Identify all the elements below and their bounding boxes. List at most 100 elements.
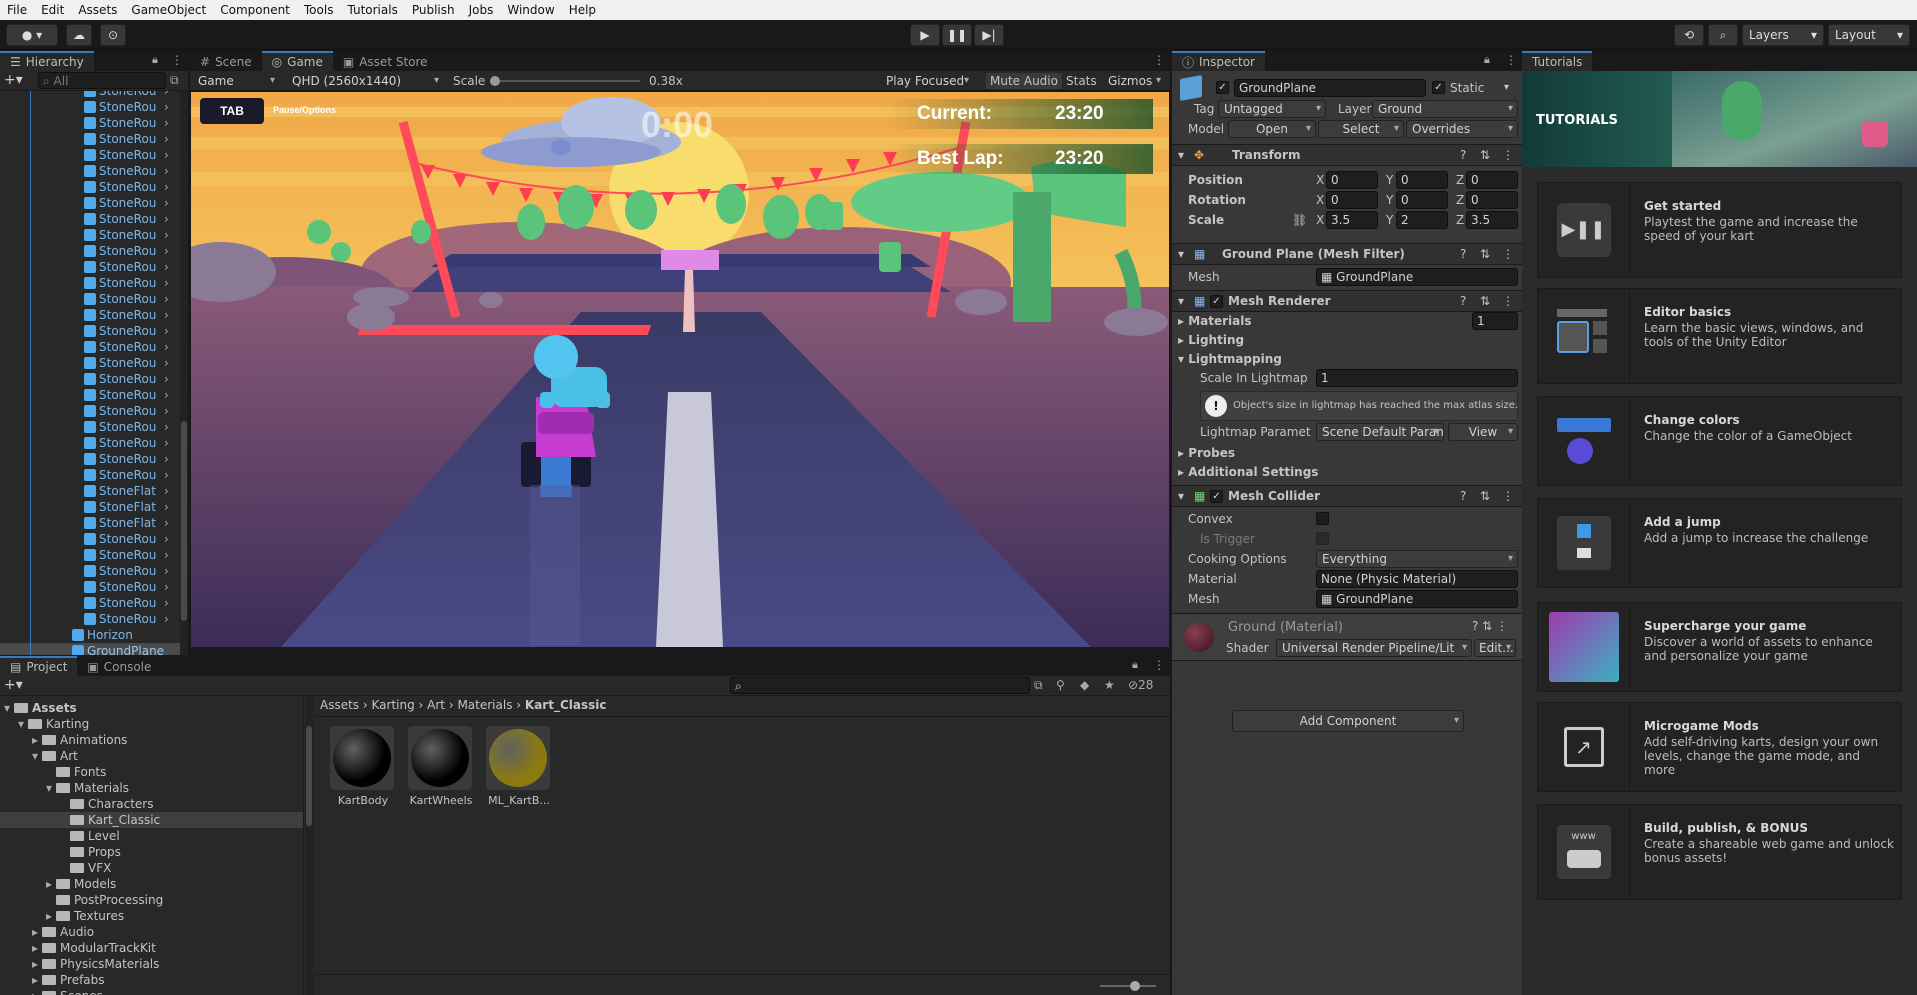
hierarchy-search-input[interactable]: ⌕ All bbox=[38, 72, 166, 89]
chevron-right-icon[interactable]: › bbox=[164, 115, 169, 131]
scale-slider[interactable] bbox=[490, 76, 640, 86]
foldout-icon[interactable]: ▸ bbox=[46, 908, 56, 924]
project-tree-item[interactable]: Kart_Classic bbox=[0, 812, 303, 828]
tag-dropdown[interactable]: Untagged bbox=[1218, 100, 1326, 118]
chevron-right-icon[interactable]: › bbox=[164, 99, 169, 115]
thumbnail-size-slider[interactable] bbox=[1100, 981, 1156, 991]
layout-dropdown[interactable]: Layout ▾ bbox=[1828, 24, 1910, 46]
hierarchy-item[interactable]: StoneRou › bbox=[84, 547, 169, 563]
chevron-right-icon[interactable]: › bbox=[164, 91, 169, 99]
asset-tile[interactable]: ML_KartB... bbox=[486, 726, 552, 812]
hierarchy-item[interactable]: StoneRou › bbox=[84, 243, 169, 259]
mute-audio-toggle[interactable]: Mute Audio bbox=[986, 73, 1062, 89]
hierarchy-item[interactable]: StoneRou › bbox=[84, 531, 169, 547]
menu-publish[interactable]: Publish bbox=[405, 3, 462, 17]
project-tree-item[interactable]: ▸ Animations bbox=[0, 732, 303, 748]
chevron-right-icon[interactable]: › bbox=[164, 211, 169, 227]
hierarchy-item-horizon[interactable]: Horizon bbox=[72, 627, 133, 643]
tutorial-card[interactable]: ▶❚❚ Get started Playtest the game and incr… bbox=[1537, 182, 1902, 278]
favorite-icon[interactable]: ★ bbox=[1104, 678, 1115, 692]
layers-dropdown[interactable]: Layers ▾ bbox=[1742, 24, 1824, 46]
chevron-right-icon[interactable]: › bbox=[164, 611, 169, 627]
hierarchy-item[interactable]: StoneRou › bbox=[84, 307, 169, 323]
object-name-input[interactable]: GroundPlane bbox=[1234, 79, 1426, 97]
foldout-icon[interactable]: ▾ bbox=[18, 716, 28, 732]
hierarchy-item[interactable]: StoneFlat › bbox=[84, 483, 169, 499]
open-button[interactable]: Open bbox=[1228, 120, 1316, 138]
hierarchy-item[interactable]: StoneRou › bbox=[84, 131, 169, 147]
mesh-renderer-header[interactable]: ▾ ▦ ✓ Mesh Renderer ? ⇅ ⋮ bbox=[1172, 290, 1522, 312]
project-tree-item[interactable]: ▾ Art bbox=[0, 748, 303, 764]
project-tree-item[interactable]: ▸ Prefabs bbox=[0, 972, 303, 988]
foldout-icon[interactable] bbox=[60, 844, 70, 860]
kebab-menu-icon[interactable]: ⋮ bbox=[171, 53, 183, 67]
stats-toggle[interactable]: Stats bbox=[1066, 73, 1097, 89]
tab-scene[interactable]: # Scene bbox=[190, 51, 262, 71]
hierarchy-item[interactable]: StoneRou › bbox=[84, 419, 169, 435]
add-icon[interactable]: +▾ bbox=[4, 72, 23, 88]
breadcrumb-item[interactable]: Art bbox=[427, 698, 445, 712]
hierarchy-item[interactable]: StoneRou › bbox=[84, 195, 169, 211]
asset-tile[interactable]: KartBody bbox=[330, 726, 396, 812]
hierarchy-item[interactable]: StoneRou › bbox=[84, 259, 169, 275]
add-component-button[interactable]: Add Component bbox=[1232, 710, 1464, 732]
hierarchy-item[interactable]: StoneRou › bbox=[84, 115, 169, 131]
select-button[interactable]: Select bbox=[1318, 120, 1404, 138]
hierarchy-item[interactable]: StoneRou › bbox=[84, 211, 169, 227]
menu-help[interactable]: Help bbox=[562, 3, 603, 17]
project-tree-item[interactable]: ▾ Karting bbox=[0, 716, 303, 732]
hierarchy-item[interactable]: StoneRou › bbox=[84, 275, 169, 291]
asset-tile[interactable]: KartWheels bbox=[408, 726, 474, 812]
tutorial-card[interactable]: Change colors Change the color of a GameO… bbox=[1537, 396, 1902, 486]
kebab-menu-icon[interactable]: ⋮ bbox=[1153, 53, 1165, 67]
foldout-icon[interactable]: ▾ bbox=[4, 700, 14, 716]
kebab-menu-icon[interactable]: ⋮ bbox=[1153, 658, 1165, 672]
lightmapping-foldout[interactable]: ▾ Lightmapping bbox=[1178, 351, 1282, 367]
transform-position-y-field[interactable]: 0 bbox=[1396, 171, 1448, 189]
menu-window[interactable]: Window bbox=[500, 3, 561, 17]
chevron-right-icon[interactable]: › bbox=[164, 163, 169, 179]
transform-rotation-x-field[interactable]: 0 bbox=[1326, 191, 1378, 209]
tutorial-card[interactable]: Add a jump Add a jump to increase the cha… bbox=[1537, 498, 1902, 588]
chevron-right-icon[interactable]: › bbox=[164, 515, 169, 531]
hierarchy-item[interactable]: StoneRou › bbox=[84, 435, 169, 451]
chevron-right-icon[interactable]: › bbox=[164, 307, 169, 323]
collab-button[interactable]: ⊙ bbox=[100, 24, 126, 46]
hierarchy-item[interactable]: StoneRou › bbox=[84, 323, 169, 339]
lock-icon[interactable]: 🔒︎ bbox=[1484, 53, 1490, 67]
project-tree-item[interactable]: ▾ Materials bbox=[0, 780, 303, 796]
static-checkbox[interactable]: ✓ bbox=[1432, 81, 1445, 94]
hierarchy-item[interactable]: StoneRou › bbox=[84, 163, 169, 179]
hierarchy-item[interactable]: StoneRou › bbox=[84, 339, 169, 355]
lock-icon[interactable]: 🔒︎ bbox=[1132, 658, 1138, 672]
transform-scale-x-field[interactable]: 3.5 bbox=[1326, 211, 1378, 229]
chevron-right-icon[interactable]: › bbox=[164, 339, 169, 355]
kebab-menu-icon[interactable]: ⋮ bbox=[1502, 246, 1514, 262]
chevron-right-icon[interactable]: › bbox=[164, 467, 169, 483]
project-tree-item[interactable]: PostProcessing bbox=[0, 892, 303, 908]
lock-icon[interactable]: 🔒︎ bbox=[152, 53, 158, 67]
convex-checkbox[interactable] bbox=[1316, 512, 1329, 525]
filter-type-icon[interactable]: ⧉ bbox=[1034, 678, 1043, 693]
axis-label[interactable]: Z bbox=[1456, 172, 1464, 188]
account-button[interactable]: ● ▾ bbox=[6, 24, 58, 46]
chevron-right-icon[interactable]: › bbox=[164, 419, 169, 435]
constrain-proportions-icon[interactable]: ⛓ bbox=[1292, 212, 1307, 228]
help-icon[interactable]: ? bbox=[1460, 488, 1466, 504]
help-icon[interactable]: ? bbox=[1460, 293, 1466, 309]
chevron-right-icon[interactable]: › bbox=[164, 243, 169, 259]
hierarchy-item[interactable]: StoneRou › bbox=[84, 595, 169, 611]
additional-settings-foldout[interactable]: ▸ Additional Settings bbox=[1178, 464, 1318, 480]
menu-tools[interactable]: Tools bbox=[297, 3, 341, 17]
foldout-icon[interactable]: ▸ bbox=[32, 732, 42, 748]
hierarchy-item[interactable]: StoneRou › bbox=[84, 467, 169, 483]
step-button[interactable]: ▶| bbox=[974, 24, 1004, 46]
collider-mesh-field[interactable]: ▦ GroundPlane bbox=[1316, 590, 1518, 608]
mesh-filter-header[interactable]: ▾ ▦ Ground Plane (Mesh Filter) ? ⇅ ⋮ bbox=[1172, 243, 1522, 265]
foldout-icon[interactable] bbox=[60, 812, 70, 828]
foldout-icon[interactable]: ▸ bbox=[32, 924, 42, 940]
layer-dropdown[interactable]: Ground bbox=[1372, 100, 1518, 118]
chevron-right-icon[interactable]: › bbox=[164, 499, 169, 515]
menu-assets[interactable]: Assets bbox=[71, 3, 124, 17]
mesh-field[interactable]: ▦ GroundPlane bbox=[1316, 268, 1518, 286]
